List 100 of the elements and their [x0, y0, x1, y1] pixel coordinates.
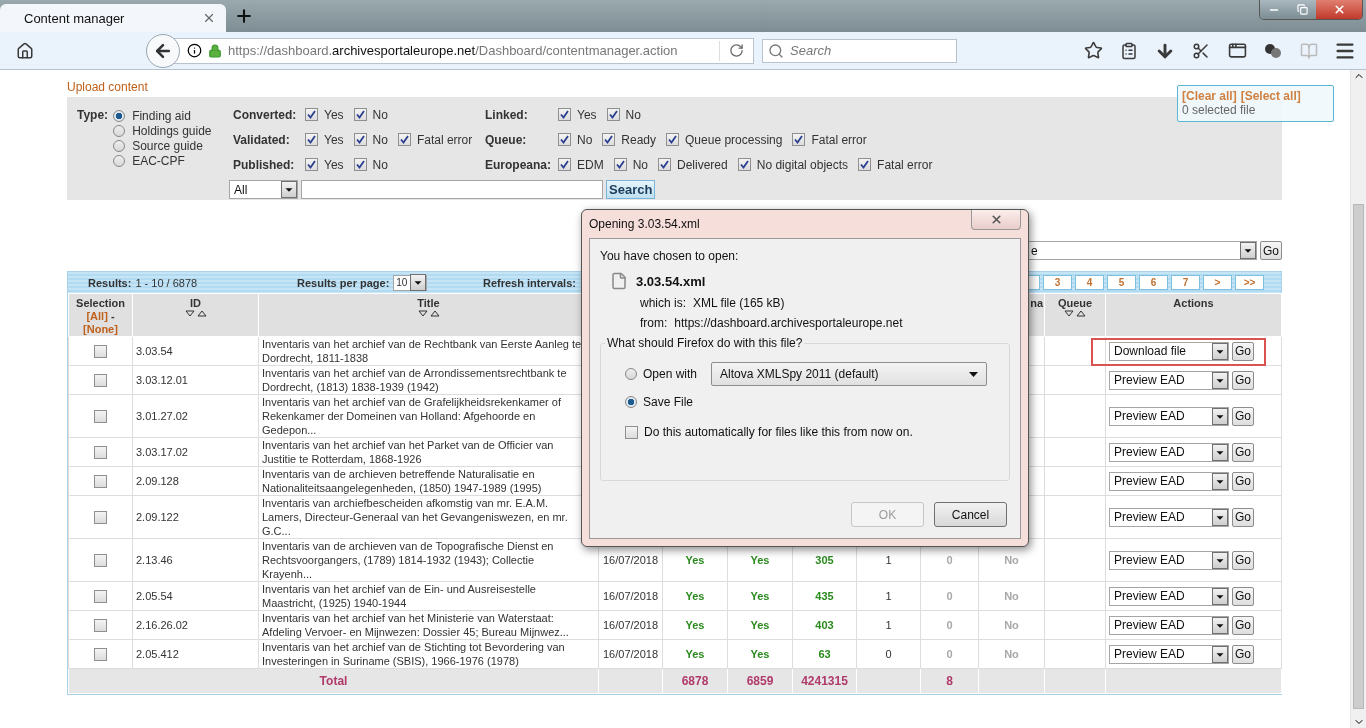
checkbox[interactable]	[94, 589, 107, 603]
checkbox[interactable]	[305, 158, 318, 171]
checkbox[interactable]	[94, 510, 107, 524]
go-button[interactable]: Go	[1232, 370, 1254, 390]
scrollbar-thumb[interactable]	[1353, 204, 1364, 709]
sort-arrows-icon[interactable]	[417, 310, 440, 317]
browser-tab[interactable]: Content manager	[0, 4, 226, 32]
checkbox[interactable]	[305, 108, 318, 121]
per-page-select[interactable]: 10	[393, 274, 428, 291]
column-header: ID	[190, 297, 201, 309]
go-button[interactable]: Go	[1232, 442, 1254, 462]
action-select[interactable]: Preview EAD	[1109, 586, 1229, 606]
checkbox[interactable]	[94, 474, 107, 488]
title-text: Inventaris van het archief van de Rechtbank van Eerste Aanleg te Dordrecht, 1811-1838	[262, 338, 582, 364]
close-tab-button[interactable]	[202, 11, 216, 25]
action-select[interactable]: Preview EAD	[1109, 406, 1229, 426]
checkbox[interactable]	[94, 344, 107, 358]
action-select[interactable]: Preview EAD	[1109, 370, 1229, 390]
option-label: EDM	[577, 157, 604, 172]
radio-button[interactable]	[625, 396, 637, 408]
action-select[interactable]: Preview EAD	[1109, 550, 1229, 570]
radio-button[interactable]	[113, 139, 126, 152]
checkbox[interactable]	[353, 108, 367, 121]
checkbox[interactable]	[94, 647, 107, 661]
action-select[interactable]: Preview EAD	[1109, 644, 1229, 664]
table-cell: 16/07/2018	[602, 590, 659, 602]
radio-button[interactable]	[113, 109, 126, 122]
checkbox[interactable]	[558, 108, 571, 121]
table-cell: 305	[815, 554, 834, 566]
close-window-button[interactable]	[1316, 0, 1362, 19]
address-bar[interactable]: https://dashboard.archivesportaleurope.net/Dashboard/contentmanager.action	[174, 37, 754, 64]
sort-arrows-icon[interactable]	[184, 310, 207, 317]
checkbox[interactable]	[658, 158, 671, 171]
checkbox[interactable]	[666, 133, 680, 146]
go-button[interactable]: Go	[1232, 471, 1254, 491]
application-select[interactable]: Altova XMLSpy 2011 (default)	[711, 362, 988, 386]
go-button[interactable]: Go	[1232, 644, 1254, 664]
radio-button[interactable]	[625, 368, 637, 380]
table-cell: Yes	[685, 590, 705, 602]
checkbox[interactable]	[94, 445, 107, 459]
back-button[interactable]	[146, 33, 180, 68]
go-button[interactable]: Go	[1232, 586, 1254, 606]
table-cell: 16/07/2018	[602, 648, 659, 660]
page-button[interactable]: >>	[1235, 275, 1264, 290]
checkbox[interactable]	[397, 133, 411, 146]
checkbox[interactable]	[858, 158, 872, 171]
table-cell: No	[1004, 554, 1019, 566]
go-button[interactable]: Go	[1232, 507, 1254, 527]
checkbox[interactable]	[792, 133, 806, 146]
search-input[interactable]	[301, 180, 603, 199]
checkbox[interactable]	[606, 108, 620, 121]
checkbox[interactable]	[625, 425, 638, 439]
page-button[interactable]: 6	[1139, 275, 1168, 290]
page-button[interactable]: 5	[1107, 275, 1136, 290]
minimize-button[interactable]	[1260, 0, 1288, 19]
dialog-button[interactable]: Cancel	[934, 502, 1007, 527]
page-button[interactable]: 7	[1171, 275, 1200, 290]
go-button[interactable]: Go	[1232, 341, 1254, 361]
action-select[interactable]: Preview EAD	[1109, 615, 1229, 635]
checkbox[interactable]	[94, 373, 107, 387]
title-text: Inventaris van het archief van het Parket van de Officier van Justitie te Rotterdam, 1868-1926	[262, 439, 554, 465]
new-tab-button[interactable]	[234, 6, 254, 26]
url-text: https://dashboard.archivesportaleurope.net/Dashboard/contentmanager.action	[228, 43, 679, 58]
scope-select[interactable]: All	[229, 180, 298, 199]
restore-button[interactable]	[1288, 0, 1316, 19]
checkbox[interactable]	[613, 158, 627, 171]
upload-content-link[interactable]: Upload content	[67, 80, 148, 97]
checkbox[interactable]	[353, 133, 367, 146]
option-label: Fatal error	[416, 132, 473, 147]
go-button[interactable]: Go	[1232, 406, 1254, 426]
checkbox[interactable]	[305, 133, 318, 146]
action-select[interactable]: Preview EAD	[1109, 471, 1229, 491]
page-button[interactable]: 4	[1075, 275, 1104, 290]
checkbox[interactable]	[353, 158, 367, 171]
action-select[interactable]: Preview EAD	[1109, 507, 1229, 527]
sort-arrows-icon[interactable]	[1064, 310, 1086, 317]
search-button[interactable]: Search	[606, 180, 656, 199]
checkbox[interactable]	[94, 409, 107, 423]
go-button[interactable]: Go	[1232, 615, 1254, 635]
page-button[interactable]: 3	[1043, 275, 1072, 290]
radio-button[interactable]	[113, 154, 126, 167]
checkbox[interactable]	[737, 158, 751, 171]
go-button[interactable]: Go	[1232, 550, 1254, 570]
checkbox[interactable]	[94, 618, 107, 632]
info-icon	[187, 43, 202, 58]
checkbox[interactable]	[94, 553, 107, 567]
close-button[interactable]	[971, 210, 1021, 230]
page-button[interactable]: >	[1203, 275, 1232, 290]
id-text: 3.03.54	[136, 345, 173, 357]
table-cell: Yes	[685, 648, 705, 660]
total-label: Total	[319, 674, 348, 688]
search-field[interactable]: Search	[762, 38, 957, 63]
checkbox[interactable]	[602, 133, 616, 146]
action-select[interactable]: Preview EAD	[1109, 442, 1229, 462]
radio-button[interactable]	[113, 124, 126, 137]
scrollbar[interactable]	[1350, 70, 1366, 728]
go-button[interactable]: Go	[1260, 241, 1282, 260]
checkbox[interactable]	[558, 158, 571, 171]
action-select[interactable]: Download file	[1109, 341, 1229, 361]
checkbox[interactable]	[558, 133, 571, 146]
